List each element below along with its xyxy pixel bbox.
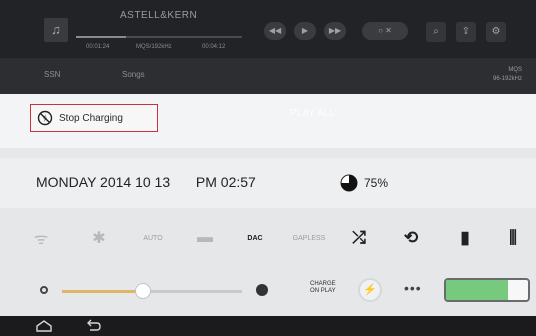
repeat-toggle[interactable]: ⟲ [392, 218, 430, 258]
equalizer-toggle[interactable]: ⫼ [494, 218, 532, 258]
time-label: PM 02:57 [195, 174, 256, 190]
back-icon[interactable] [86, 318, 102, 332]
wifi-icon: ᯤ [33, 231, 49, 248]
bluetooth-toggle[interactable]: ✱ [80, 218, 118, 258]
volume-high-icon [256, 284, 268, 296]
amp-toggle[interactable]: ▮ [446, 218, 484, 258]
share-icon[interactable]: ⇪ [456, 22, 476, 42]
gear-icon[interactable]: ⚙ [486, 22, 506, 42]
volume-slider[interactable] [62, 283, 242, 299]
amp-icon: ▮ [460, 228, 470, 247]
volume-slider-fill [62, 290, 143, 293]
seek-fill [76, 36, 126, 38]
volume-slider-knob[interactable] [135, 283, 151, 299]
bluetooth-icon: ✱ [92, 230, 106, 247]
battery-level-bar [444, 278, 530, 302]
line-out-icon: ▬ [197, 229, 213, 246]
auto-eq-toggle[interactable]: AUTO [134, 218, 172, 258]
date-label: MONDAY 2014 10 13 [36, 174, 171, 190]
date-time-text: MONDAY 2014 10 13 PM 02:57 [36, 174, 256, 190]
shuffle-toggle[interactable]: ⤮ [340, 218, 378, 258]
volume-row: CHARGE ON PLAY ⚡ ••• [0, 268, 536, 318]
brand-name: ASTELL&KERN [120, 10, 198, 21]
prev-button[interactable]: ◀◀ [264, 22, 286, 40]
dac-toggle[interactable]: DAC [236, 218, 274, 258]
wifi-toggle[interactable]: ᯤ [22, 218, 60, 258]
gapless-toggle[interactable]: GAPLESS [290, 218, 328, 258]
equalizer-icon: ⫼ [509, 228, 517, 247]
play-button[interactable]: ▶ [294, 22, 316, 40]
auto-label: AUTO [143, 234, 163, 242]
gapless-label: GAPLESS [292, 234, 326, 242]
play-all-label: PLAY ALL [290, 108, 335, 119]
repeat-icon: ⟲ [403, 228, 419, 247]
shuffle-icon: ⤮ [352, 228, 366, 247]
quality-badge-bottom: 96-192kHz [492, 76, 522, 82]
battery-level-fill [446, 280, 508, 300]
tab-songs[interactable]: Songs [122, 70, 145, 79]
more-dots[interactable]: ••• [404, 280, 422, 296]
volume-low-icon [40, 286, 48, 294]
stop-charging-row: PLAY ALL Stop Charging [0, 94, 536, 148]
dac-label: DAC [247, 234, 263, 242]
stop-charging-button[interactable]: Stop Charging [30, 104, 158, 132]
battery-percent: 75% [364, 176, 389, 190]
charge-label-line2: ON PLAY [310, 288, 336, 294]
charge-on-play-label: CHARGE ON PLAY [310, 281, 336, 295]
music-note-icon[interactable]: ♫ [44, 18, 68, 42]
tab-ssn[interactable]: SSN [44, 70, 60, 79]
system-nav-bar [0, 316, 536, 336]
quick-settings-panel: PLAY ALL Stop Charging MONDAY 2014 10 13… [0, 94, 536, 336]
battery-pie-icon [340, 174, 358, 192]
stop-charging-label: Stop Charging [59, 113, 123, 124]
line-out-toggle[interactable]: ▬ [186, 218, 224, 258]
nav-strip: SSN Songs MQS 96-192kHz [0, 58, 536, 94]
charge-label-line1: CHARGE [310, 281, 336, 287]
time-total: 00:04:12 [202, 44, 226, 50]
next-button[interactable]: ▶▶ [324, 22, 346, 40]
seek-bar[interactable] [76, 36, 242, 38]
quality-badge: MQS 96-192kHz [493, 66, 522, 84]
charge-on-play-toggle[interactable]: ⚡ [358, 278, 382, 302]
quality-label: MQS/192kHz [136, 44, 172, 50]
quick-toggles-row: ᯤ ✱ AUTO ▬ DAC GAPLESS ⤮ ⟲ ▮ ⫼ [0, 212, 536, 264]
time-elapsed: 00:01:24 [86, 44, 110, 50]
date-time-row: MONDAY 2014 10 13 PM 02:57 75% [0, 158, 536, 208]
mode-toggle-button[interactable]: ○ ✕ [362, 22, 408, 40]
no-charging-icon [37, 110, 53, 126]
player-topbar: ♫ ASTELL&KERN 00:01:24 MQS/192kHz 00:04:… [0, 0, 536, 58]
search-icon[interactable]: ⌕ [426, 22, 446, 42]
home-icon[interactable] [36, 320, 52, 332]
quality-badge-top: MQS [508, 67, 522, 73]
